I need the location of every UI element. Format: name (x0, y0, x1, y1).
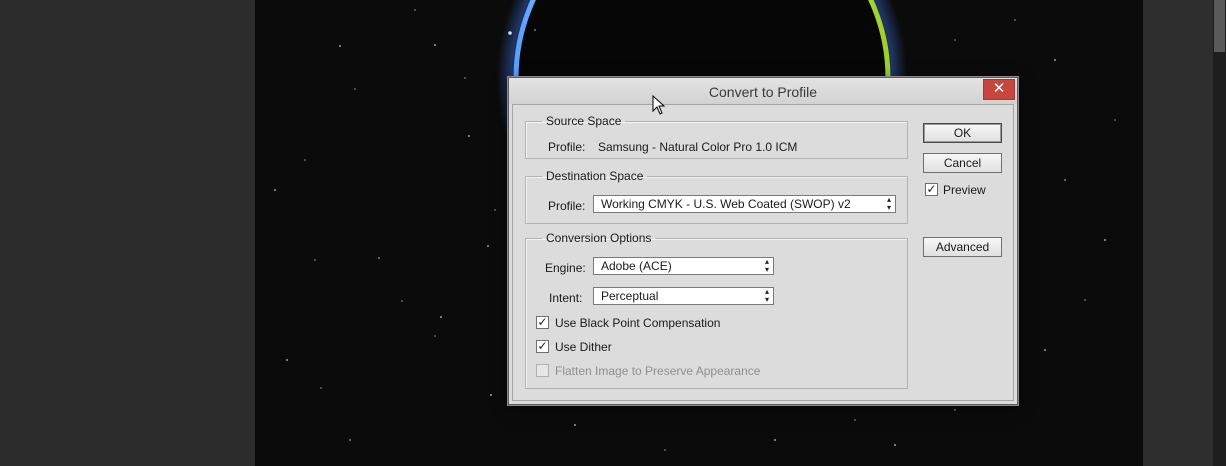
updown-arrows-icon: ▴ ▾ (886, 195, 891, 212)
updown-arrows-icon: ▴ ▾ (764, 287, 769, 304)
conversion-options-legend: Conversion Options (546, 231, 652, 245)
close-button[interactable]: ✕ (983, 79, 1015, 100)
destination-profile-select[interactable]: Working CMYK - U.S. Web Coated (SWOP) v2… (593, 195, 896, 213)
source-profile-value: Samsung - Natural Color Pro 1.0 ICM (598, 140, 798, 154)
preview-checkbox[interactable]: ✓ (925, 183, 938, 196)
dialog-title: Convert to Profile (708, 84, 818, 100)
ok-button[interactable]: OK (923, 123, 1002, 143)
intent-value: Perceptual (601, 289, 659, 303)
flatten-image-checkbox (536, 364, 549, 377)
mouse-cursor-icon (652, 95, 666, 115)
vertical-scrollbar[interactable] (1213, 0, 1226, 466)
workspace-right-area (1143, 0, 1213, 466)
checkmark-icon: ✓ (537, 315, 548, 329)
engine-label: Engine: (545, 261, 586, 275)
cancel-button[interactable]: Cancel (923, 153, 1002, 173)
dither-label[interactable]: Use Dither (555, 340, 612, 354)
scrollbar-thumb[interactable] (1214, 0, 1225, 52)
checkmark-icon: ✓ (537, 339, 548, 353)
dither-checkbox[interactable]: ✓ (536, 340, 549, 353)
black-point-checkbox[interactable]: ✓ (536, 316, 549, 329)
destination-profile-label: Profile: (548, 199, 586, 213)
source-space-legend: Source Space (546, 114, 622, 128)
source-profile-label: Profile: (548, 140, 586, 154)
engine-value: Adobe (ACE) (601, 259, 672, 273)
engine-select[interactable]: Adobe (ACE) ▴ ▾ (593, 257, 774, 275)
checkmark-icon: ✓ (926, 182, 937, 196)
close-icon: ✕ (992, 80, 1006, 97)
black-point-label[interactable]: Use Black Point Compensation (555, 316, 720, 330)
destination-profile-value: Working CMYK - U.S. Web Coated (SWOP) v2 (601, 197, 851, 211)
convert-to-profile-dialog: Convert to Profile ✕ Source Space Profil… (508, 77, 1018, 405)
destination-space-legend: Destination Space (546, 169, 644, 183)
advanced-button[interactable]: Advanced (923, 237, 1002, 257)
dialog-titlebar[interactable]: Convert to Profile ✕ (509, 78, 1017, 104)
dialog-body: Source Space Profile: Samsung - Natural … (512, 104, 1014, 401)
intent-select[interactable]: Perceptual ▴ ▾ (593, 287, 774, 305)
flatten-image-label: Flatten Image to Preserve Appearance (555, 364, 761, 378)
preview-label[interactable]: Preview (943, 183, 986, 197)
workspace-left-area (0, 0, 255, 466)
updown-arrows-icon: ▴ ▾ (764, 257, 769, 274)
intent-label: Intent: (549, 291, 583, 305)
